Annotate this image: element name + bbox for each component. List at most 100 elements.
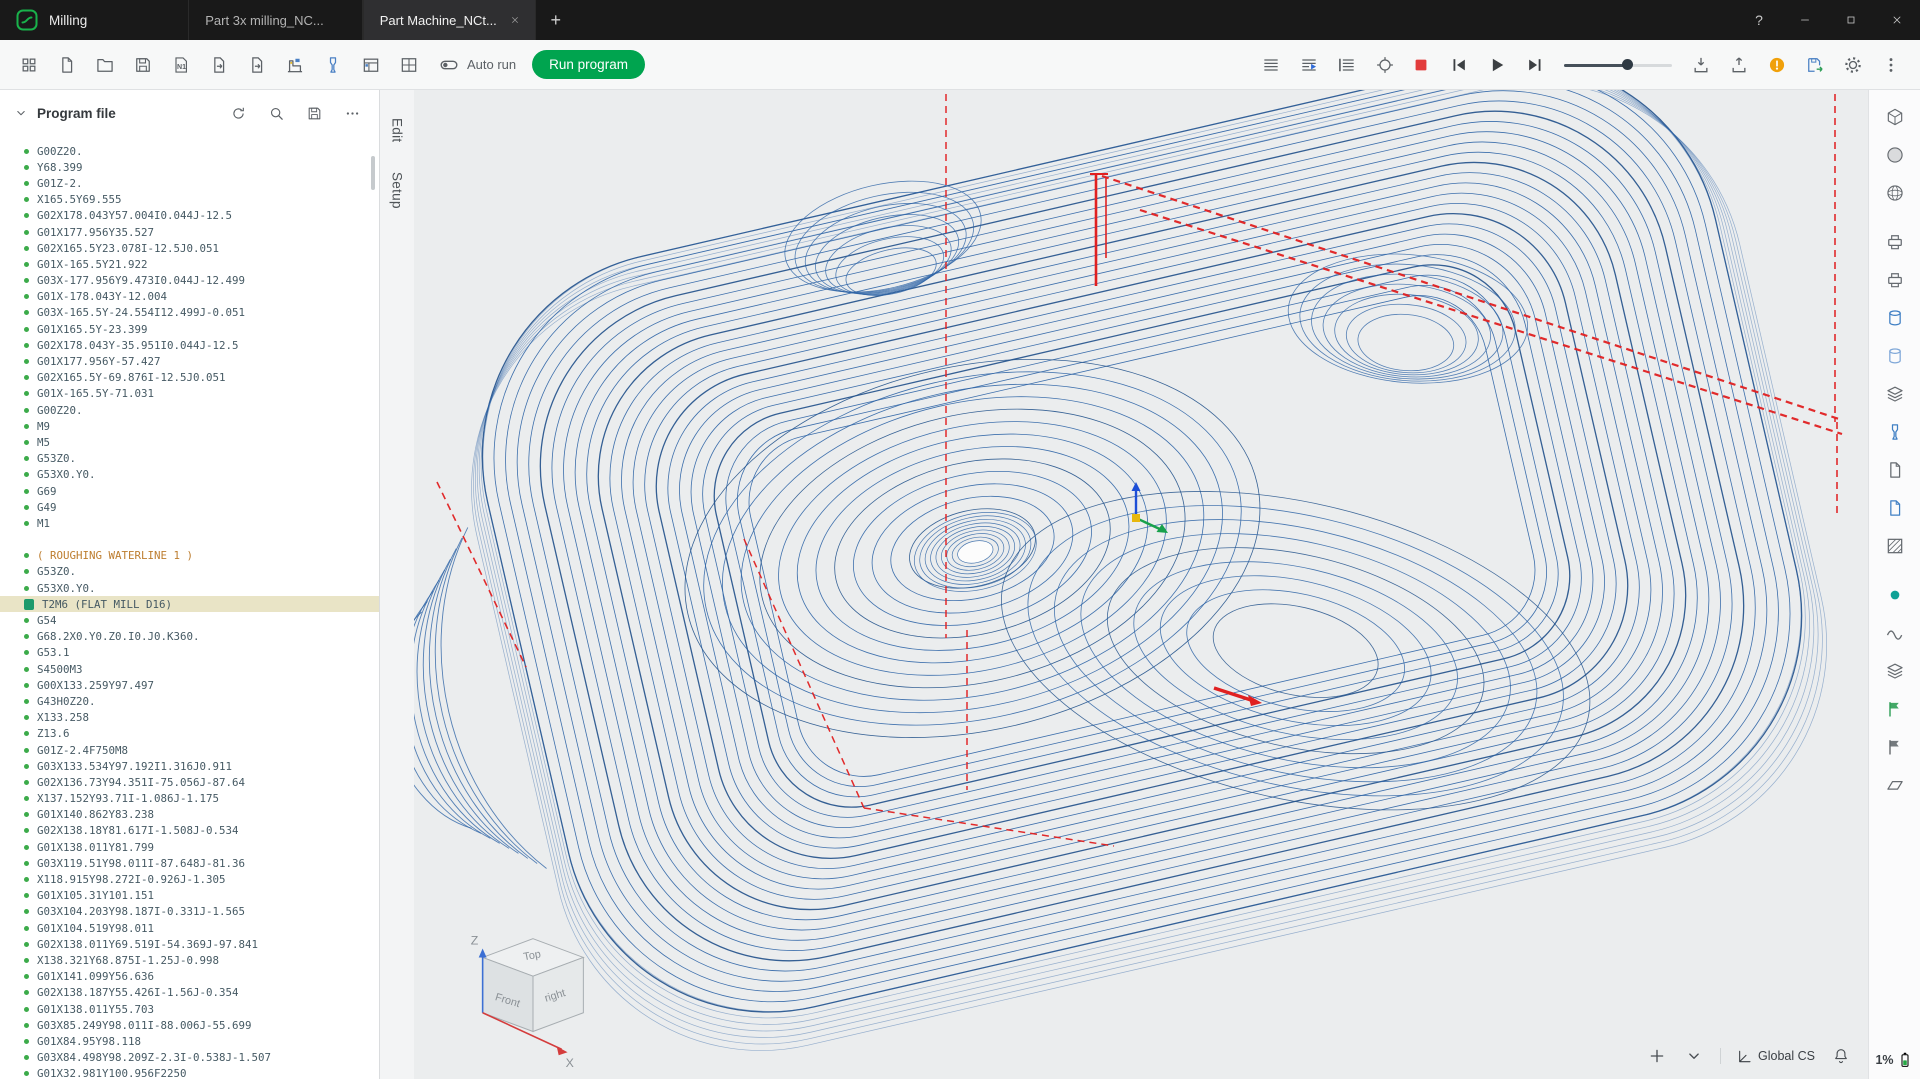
gcode-line[interactable]: G01X165.5Y-23.399 (0, 321, 379, 337)
collapse-panel-button[interactable] (14, 106, 28, 120)
gcode-line[interactable]: G02X138.18Y81.617I-1.508J-0.534 (0, 823, 379, 839)
shaded-edges-view-button[interactable] (1880, 180, 1910, 205)
tab-edit[interactable]: Edit (390, 118, 405, 142)
curves-toggle-button[interactable] (1880, 620, 1910, 645)
gcode-line[interactable]: G01X105.31Y101.151 (0, 888, 379, 904)
surfaces-toggle-button[interactable] (1880, 658, 1910, 683)
tab-close-icon[interactable] (507, 12, 523, 28)
follow-tool-button[interactable] (1368, 48, 1402, 82)
gcode-line[interactable]: G49 (0, 499, 379, 515)
gcode-line[interactable]: G03X104.203Y98.187I-0.331J-1.565 (0, 904, 379, 920)
gcode-line[interactable]: T2M6 (FLAT MILL D16) (0, 596, 379, 612)
play-button[interactable] (1480, 48, 1514, 82)
close-button[interactable] (1874, 0, 1920, 40)
viewport-3d[interactable]: Top Front right Z X Global CS (414, 90, 1868, 1079)
gcode-line[interactable]: G01X138.011Y55.703 (0, 1001, 379, 1017)
gcode-line[interactable]: G68.2X0.Y0.Z0.I0.J0.K360. (0, 629, 379, 645)
gcode-line[interactable]: G01X-165.5Y21.922 (0, 256, 379, 272)
block-select-button[interactable] (1330, 48, 1364, 82)
tooling-button[interactable] (316, 48, 350, 82)
gcode-line[interactable]: G03X84.498Y98.209Z-2.3I-0.538J-1.507 (0, 1050, 379, 1066)
gcode-line[interactable]: G01X177.956Y35.527 (0, 224, 379, 240)
gcode-line[interactable]: G54 (0, 612, 379, 628)
save-nc-button[interactable] (1798, 48, 1832, 82)
open-program-button[interactable] (88, 48, 122, 82)
gcode-line[interactable]: G01X140.862Y83.238 (0, 807, 379, 823)
help-button[interactable]: ? (1736, 0, 1782, 40)
gcode-line[interactable]: G53.1 (0, 645, 379, 661)
gcode-line[interactable]: G03X133.534Y97.192I1.316J0.911 (0, 758, 379, 774)
view-cube[interactable]: Top Front right Z X (458, 913, 608, 1071)
load-from-machine-button[interactable] (1722, 48, 1756, 82)
toolpath-visibility-button[interactable] (1880, 457, 1910, 482)
reload-program-button[interactable] (227, 102, 249, 124)
gcode-line[interactable]: G53Z0. (0, 451, 379, 467)
auto-run-toggle[interactable]: Auto run (438, 54, 516, 76)
gcode-line[interactable]: G01Z-2.4F750M8 (0, 742, 379, 758)
maximize-button[interactable] (1828, 0, 1874, 40)
head-visibility-button[interactable] (1880, 267, 1910, 292)
playback-speed-slider[interactable] (1564, 48, 1672, 82)
gcode-line[interactable]: G01X-165.5Y-71.031 (0, 386, 379, 402)
machine-visibility-button[interactable] (1880, 229, 1910, 254)
import-nc-button[interactable] (202, 48, 236, 82)
gcode-line[interactable]: G02X165.5Y23.078I-12.5J0.051 (0, 240, 379, 256)
labels-toggle-button[interactable] (1880, 734, 1910, 759)
step-back-button[interactable] (1442, 48, 1476, 82)
in-process-stock-button[interactable] (1880, 343, 1910, 368)
gcode-line[interactable]: G53X0.Y0. (0, 467, 379, 483)
goto-active-line-button[interactable] (1292, 48, 1326, 82)
gcode-line[interactable]: G00Z20. (0, 402, 379, 418)
gcode-line[interactable]: G43H0Z20. (0, 693, 379, 709)
coordinate-system-selector[interactable]: Global CS (1736, 1048, 1815, 1064)
gcode-line[interactable]: G01X84.95Y98.118 (0, 1033, 379, 1049)
gcode-line[interactable]: M5 (0, 434, 379, 450)
part-visibility-button[interactable] (1880, 495, 1910, 520)
document-tab[interactable]: Part 3x milling_NC... (188, 0, 362, 40)
program-view-button[interactable] (1254, 48, 1288, 82)
gcode-line[interactable]: G02X178.043Y57.004I0.044J-12.5 (0, 208, 379, 224)
flags-toggle-button[interactable] (1880, 696, 1910, 721)
scrollbar-thumb[interactable] (371, 156, 375, 190)
gcode-line[interactable]: G01X138.011Y81.799 (0, 839, 379, 855)
apps-menu-button[interactable] (12, 48, 46, 82)
gcode-line[interactable]: G03X-177.956Y9.473I0.044J-12.499 (0, 273, 379, 289)
gcode-line[interactable]: G03X119.51Y98.011I-87.648J-81.36 (0, 855, 379, 871)
gcode-line[interactable]: S4500M3 (0, 661, 379, 677)
new-program-button[interactable] (50, 48, 84, 82)
stock-visibility-button[interactable] (1880, 305, 1910, 330)
tool-visibility-button[interactable] (1880, 419, 1910, 444)
run-program-button[interactable]: Run program (532, 50, 645, 79)
step-forward-button[interactable] (1518, 48, 1552, 82)
notifications-button[interactable] (1830, 1045, 1852, 1067)
gcode-line[interactable]: G53Z0. (0, 564, 379, 580)
gcode-line[interactable]: G02X138.011Y69.519I-54.369J-97.841 (0, 936, 379, 952)
app-home-tab[interactable]: Milling (0, 0, 103, 40)
gcode-line[interactable]: G01X-178.043Y-12.004 (0, 289, 379, 305)
stop-button[interactable] (1404, 48, 1438, 82)
gcode-line[interactable]: G02X136.73Y94.351I-75.056J-87.64 (0, 774, 379, 790)
section-view-button[interactable] (1880, 533, 1910, 558)
gcode-line[interactable]: X137.152Y93.71I-1.086J-1.175 (0, 791, 379, 807)
search-button[interactable] (265, 102, 287, 124)
settings-button[interactable] (1836, 48, 1870, 82)
control-panel-button[interactable] (392, 48, 426, 82)
zoom-in-button[interactable] (1646, 1045, 1668, 1067)
minimize-button[interactable] (1782, 0, 1828, 40)
planes-toggle-button[interactable] (1880, 772, 1910, 797)
gcode-line[interactable]: G69 (0, 483, 379, 499)
view-options-button[interactable] (1683, 1045, 1705, 1067)
gcode-list[interactable]: G00Z20. Y68.399 G01Z-2. X165.5Y69.555 (0, 136, 379, 1079)
gcode-line[interactable]: G02X138.187Y55.426I-1.56J-0.354 (0, 985, 379, 1001)
gcode-line[interactable] (0, 532, 379, 548)
gcode-line[interactable]: G01X104.519Y98.011 (0, 920, 379, 936)
points-toggle-button[interactable] (1880, 582, 1910, 607)
gcode-line[interactable]: G02X178.043Y-35.951I0.044J-12.5 (0, 337, 379, 353)
gcode-line[interactable]: G02X165.5Y-69.876I-12.5J0.051 (0, 370, 379, 386)
document-tab[interactable]: Part Machine_NCt... (363, 0, 536, 40)
gcode-line[interactable]: X118.915Y98.272I-0.926J-1.305 (0, 871, 379, 887)
shaded-view-button[interactable] (1880, 142, 1910, 167)
gcode-line[interactable]: M9 (0, 418, 379, 434)
gcode-line[interactable]: G01X177.956Y-57.427 (0, 353, 379, 369)
alerts-button[interactable] (1760, 48, 1794, 82)
